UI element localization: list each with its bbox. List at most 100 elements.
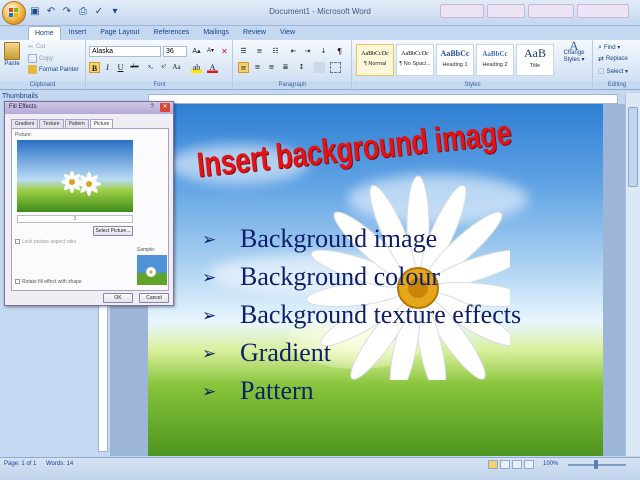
style-heading-1[interactable]: AaBbCc Heading 1 [436, 44, 474, 76]
page-count[interactable]: Page: 1 of 1 [4, 461, 36, 467]
style-heading-2[interactable]: AaBbCc Heading 2 [476, 44, 514, 76]
font-size-field[interactable]: 36 [163, 46, 187, 57]
scrollbar-thumb[interactable] [628, 107, 638, 187]
zoom-slider-thumb[interactable] [594, 460, 598, 469]
style-name: ¶ No Spaci... [399, 61, 431, 67]
tab-mailings[interactable]: Mailings [197, 26, 235, 40]
ok-button[interactable]: OK [103, 293, 133, 303]
task-tab[interactable] [528, 4, 574, 18]
clipboard-group: Paste ✂ Cut Copy Format Painter Clipboar… [0, 40, 86, 90]
tab-home[interactable]: Home [28, 26, 61, 40]
change-case-icon[interactable]: Aa [171, 62, 182, 73]
strikethrough-icon[interactable]: abe [129, 62, 140, 73]
tab-texture[interactable]: Texture [39, 119, 64, 128]
clear-format-icon[interactable]: ✕ [219, 46, 230, 57]
style-sample: AaBbCcDc [401, 51, 429, 57]
print-layout-icon[interactable] [488, 460, 498, 469]
help-icon[interactable]: ? [147, 103, 157, 112]
rotate-fill-checkbox[interactable] [15, 279, 20, 284]
shading-icon[interactable] [314, 62, 325, 73]
copy-icon [28, 54, 37, 63]
shrink-font-icon[interactable]: A▾ [205, 46, 216, 57]
tab-review[interactable]: Review [237, 26, 272, 40]
style-no-spacing[interactable]: AaBbCcDc ¶ No Spaci... [396, 44, 434, 76]
paragraph-group-label: Paragraph [234, 81, 351, 89]
change-styles-icon: A [569, 38, 579, 53]
subscript-icon[interactable]: x₂ [145, 62, 156, 73]
style-sample: AaBbCc [482, 50, 508, 58]
italic-icon[interactable]: I [102, 62, 113, 73]
multilevel-list-icon[interactable]: ☷ [270, 46, 281, 57]
list-item-text: Background image [240, 224, 438, 253]
find-button[interactable]: ⌕ Find ▾ [598, 43, 620, 52]
task-tab[interactable] [577, 4, 629, 18]
title-bar: ▣ ↶ ↷ ⎙ ✓ ▾ Document1 - Microsoft Word [0, 0, 640, 26]
align-right-icon[interactable]: ≡ [266, 62, 277, 73]
sample-preview [137, 255, 167, 285]
highlight-icon[interactable]: ab [191, 62, 202, 73]
sort-icon[interactable]: ↓ [318, 46, 329, 57]
copy-button[interactable]: Copy [28, 54, 53, 63]
scissors-icon: ✂ [28, 43, 34, 51]
zoom-level[interactable]: 100% [543, 461, 558, 467]
list-item: ➢ Pattern [200, 376, 521, 414]
superscript-icon[interactable]: x² [158, 62, 169, 73]
format-painter-button[interactable]: Format Painter [28, 65, 79, 74]
style-normal[interactable]: AaBbCcDc ¶ Normal [356, 44, 394, 76]
align-center-icon[interactable]: ≡ [252, 62, 263, 73]
editing-group: ⌕ Find ▾ ⇄ Replace ⬚ Select ▾ Editing [594, 40, 640, 90]
replace-button[interactable]: ⇄ Replace [598, 55, 628, 63]
select-button[interactable]: ⬚ Select ▾ [598, 67, 628, 75]
task-tab[interactable] [487, 4, 525, 18]
arrow-bullet-icon: ➢ [202, 306, 217, 326]
picture-name: 1 [17, 215, 133, 223]
outline-view-icon[interactable] [524, 460, 534, 469]
borders-icon[interactable] [330, 62, 341, 73]
line-spacing-icon[interactable]: ↕ [296, 62, 307, 73]
tab-pattern[interactable]: Pattern [64, 119, 89, 128]
close-icon[interactable]: ✕ [160, 103, 170, 112]
paste-button[interactable]: Paste [4, 42, 20, 67]
tab-view[interactable]: View [274, 26, 301, 40]
tab-references[interactable]: References [148, 26, 196, 40]
horizontal-ruler[interactable] [148, 94, 618, 104]
vertical-scrollbar[interactable] [625, 93, 640, 456]
select-picture-button[interactable]: Select Picture... [93, 226, 133, 236]
word-count[interactable]: Words: 14 [46, 461, 73, 467]
bold-icon[interactable]: B [89, 62, 100, 73]
decrease-indent-icon[interactable]: ⇤ [288, 46, 299, 57]
lock-ratio-checkbox[interactable] [15, 239, 20, 244]
cancel-button[interactable]: Cancel [139, 293, 169, 303]
list-item-text: Background texture effects [240, 300, 522, 329]
tab-gradient[interactable]: Gradient [11, 119, 39, 128]
task-tab[interactable] [440, 4, 484, 18]
clipboard-group-label: Clipboard [0, 81, 85, 89]
cut-button[interactable]: ✂ Cut [28, 43, 45, 51]
tab-page-layout[interactable]: Page Layout [94, 26, 145, 40]
bullets-icon[interactable]: ☰ [238, 46, 249, 57]
font-name-field[interactable]: Alaska [89, 46, 161, 57]
taskbar-tabs [440, 4, 629, 18]
increase-indent-icon[interactable]: ⇥ [302, 46, 313, 57]
show-marks-icon[interactable]: ¶ [334, 46, 345, 57]
status-bar: Page: 1 of 1 Words: 14 100% [0, 457, 640, 480]
style-sample: AaB [524, 46, 546, 60]
grow-font-icon[interactable]: A▴ [191, 46, 202, 57]
rotate-fill-label: Rotate fill effect with shape [22, 279, 82, 285]
tab-picture[interactable]: Picture [89, 119, 114, 128]
list-item-text: Background colour [240, 262, 441, 291]
justify-icon[interactable]: ≣ [280, 62, 291, 73]
underline-icon[interactable]: U [115, 62, 126, 73]
style-title[interactable]: AaB Title [516, 44, 554, 76]
dialog-title-bar: Fill Effects ? ✕ [5, 102, 173, 114]
format-painter-label: Format Painter [39, 66, 79, 73]
tab-insert[interactable]: Insert [63, 26, 93, 40]
change-styles-button[interactable]: A Change Styles ▾ [559, 38, 589, 64]
font-color-icon[interactable]: A [207, 62, 218, 73]
copy-label: Copy [39, 55, 54, 62]
replace-icon: ⇄ [598, 55, 604, 63]
web-layout-icon[interactable] [512, 460, 522, 469]
numbering-icon[interactable]: ≡ [254, 46, 265, 57]
align-left-icon[interactable]: ≡ [238, 62, 249, 73]
full-screen-reading-icon[interactable] [500, 460, 510, 469]
